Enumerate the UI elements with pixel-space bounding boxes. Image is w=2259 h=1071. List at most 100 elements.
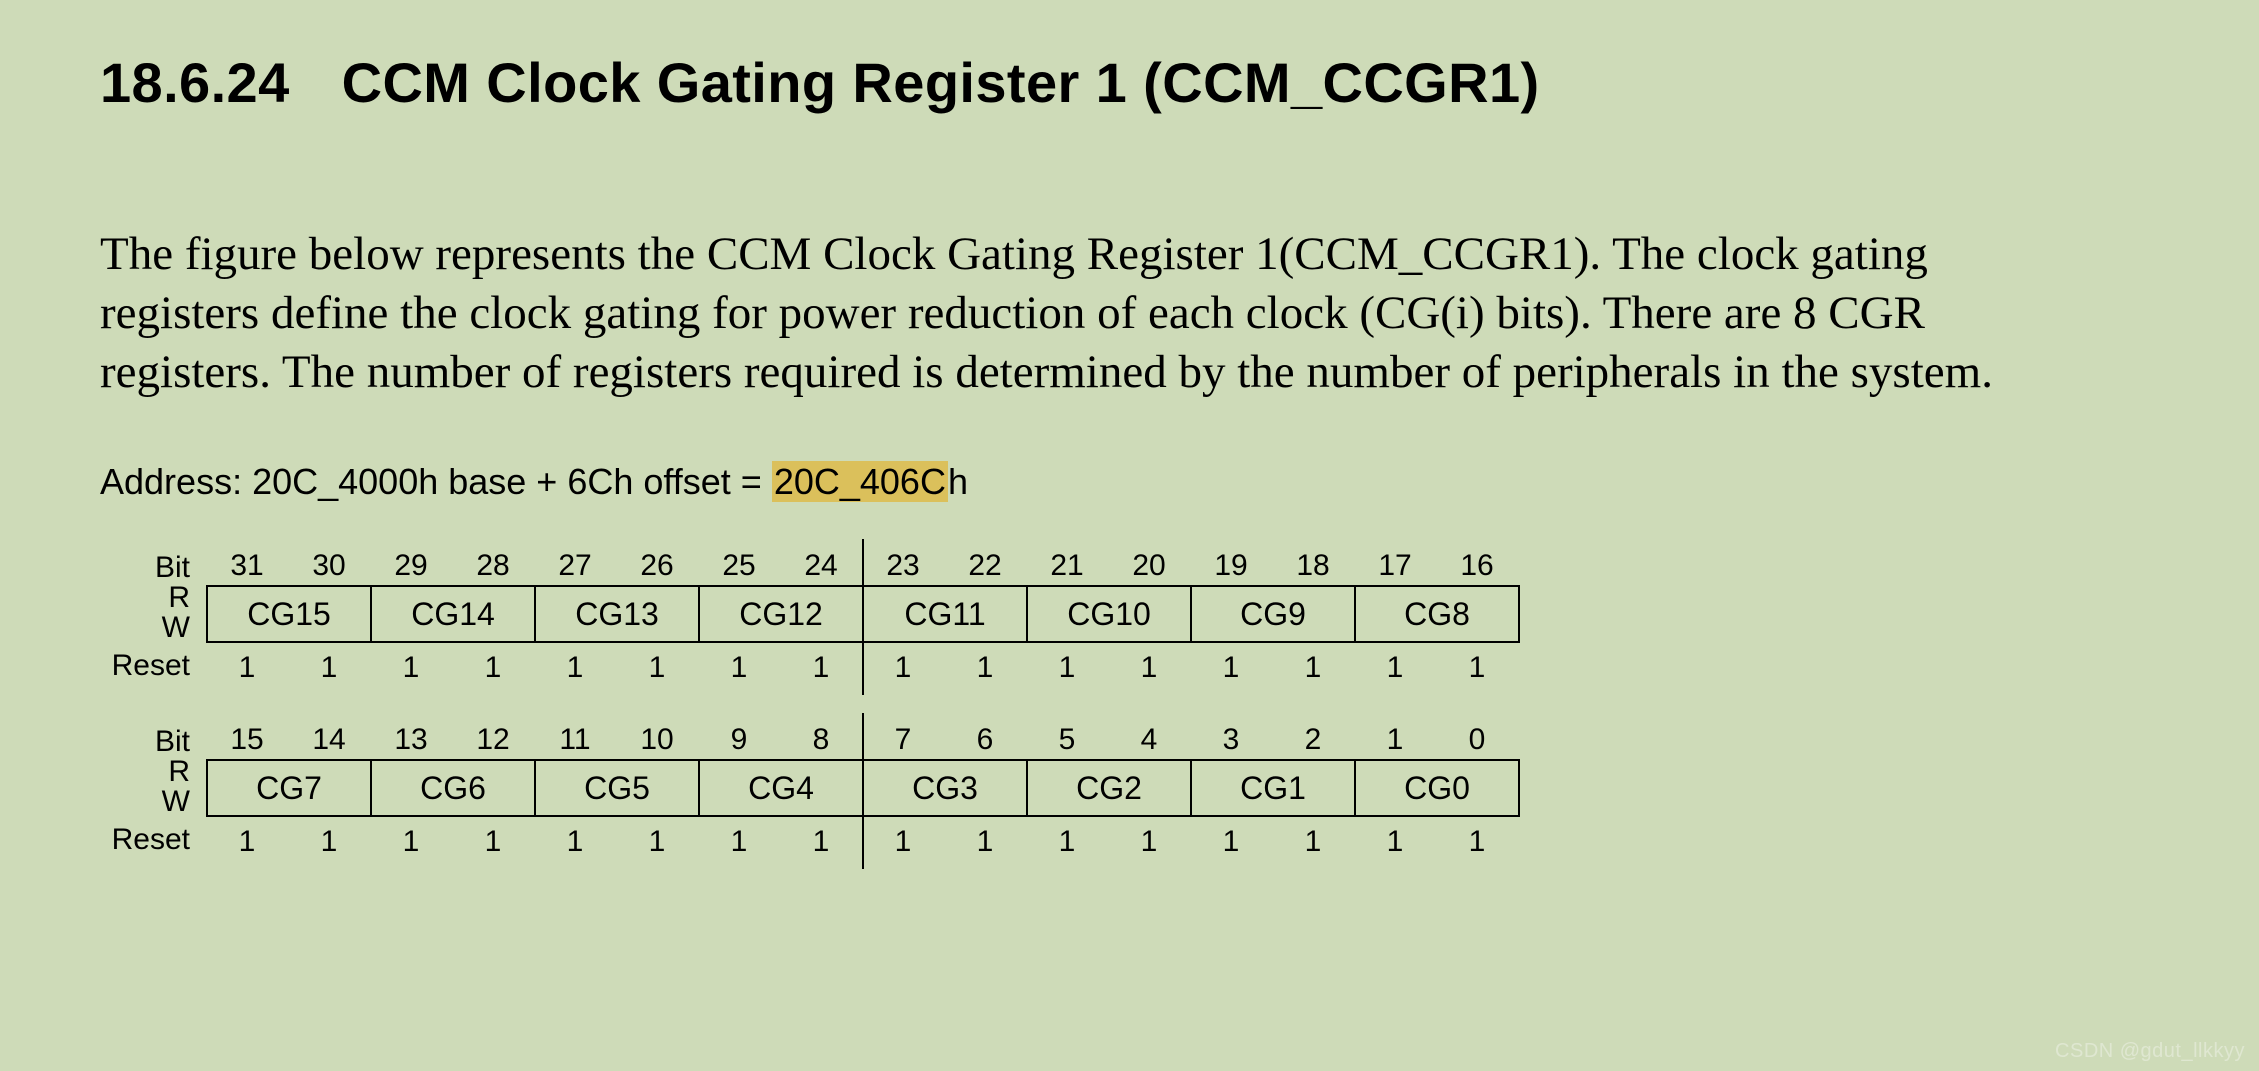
- reset-value: 1: [616, 651, 698, 685]
- bit-number: 27: [534, 549, 616, 583]
- bit-number: 2: [1272, 723, 1354, 757]
- address-suffix: h: [948, 461, 968, 502]
- address-value-highlight: 20C_406C: [772, 461, 948, 502]
- reset-value: 1: [1436, 651, 1518, 685]
- bit-number: 4: [1108, 723, 1190, 757]
- section-number: 18.6.24: [100, 51, 290, 114]
- bit-number: 21: [1026, 549, 1108, 583]
- bit-number: 1: [1354, 723, 1436, 757]
- page: 18.6.24 CCM Clock Gating Register 1 (CCM…: [0, 0, 2259, 1071]
- label-r: R: [168, 585, 190, 613]
- reset-value: 1: [288, 825, 370, 859]
- bit-number: 25: [698, 549, 780, 583]
- bit-number: 8: [780, 723, 862, 757]
- bit-number: 28: [452, 549, 534, 583]
- reset-value: 1: [370, 651, 452, 685]
- section-title: CCM Clock Gating Register 1 (CCM_CCGR1): [342, 51, 1540, 114]
- reset-value: 1: [1108, 825, 1190, 859]
- address-prefix: Address: 20C_4000h base + 6Ch offset =: [100, 461, 772, 502]
- bit-number: 0: [1436, 723, 1518, 757]
- field-cells: CG15 CG14 CG13 CG12 CG11 CG10 CG9 CG8: [206, 585, 1520, 643]
- reset-value: 1: [1026, 825, 1108, 859]
- reset-value: 1: [1354, 651, 1436, 685]
- bit-number: 19: [1190, 549, 1272, 583]
- field-cell: CG2: [1028, 761, 1192, 815]
- bit-number: 11: [534, 723, 616, 757]
- field-cell: CG8: [1356, 587, 1520, 641]
- reset-value: 1: [1272, 651, 1354, 685]
- row-labels: Bit R W Reset: [100, 545, 206, 689]
- field-cell: CG13: [536, 587, 700, 641]
- reset-values: 1 1 1 1 1 1 1 1 1 1 1 1 1 1 1 1: [206, 821, 1520, 863]
- bit-number: 29: [370, 549, 452, 583]
- register-row-high: Bit R W Reset 31 30 29 28 27 26 25 24 23…: [100, 545, 2159, 689]
- reset-value: 1: [1436, 825, 1518, 859]
- bit-number: 23: [862, 549, 944, 583]
- bit-number: 30: [288, 549, 370, 583]
- bit-number: 20: [1108, 549, 1190, 583]
- reset-value: 1: [1354, 825, 1436, 859]
- label-w: W: [162, 613, 190, 641]
- reset-value: 1: [288, 651, 370, 685]
- bit-number: 15: [206, 723, 288, 757]
- field-cell: CG15: [208, 587, 372, 641]
- reset-value: 1: [698, 825, 780, 859]
- bit-number: 14: [288, 723, 370, 757]
- bit-number: 13: [370, 723, 452, 757]
- bit-number: 6: [944, 723, 1026, 757]
- register-grid: 15 14 13 12 11 10 9 8 7 6 5 4 3 2 1 0 CG…: [206, 719, 1520, 863]
- reset-value: 1: [862, 651, 944, 685]
- reset-value: 1: [780, 825, 862, 859]
- field-cell: CG6: [372, 761, 536, 815]
- bit-number: 24: [780, 549, 862, 583]
- label-reset: Reset: [112, 645, 190, 687]
- bit-numbers: 15 14 13 12 11 10 9 8 7 6 5 4 3 2 1 0: [206, 719, 1520, 757]
- reset-value: 1: [862, 825, 944, 859]
- address-line: Address: 20C_4000h base + 6Ch offset = 2…: [100, 461, 2159, 503]
- reset-value: 1: [1272, 825, 1354, 859]
- bit-number: 5: [1026, 723, 1108, 757]
- reset-value: 1: [1190, 651, 1272, 685]
- bit-number: 10: [616, 723, 698, 757]
- field-cell: CG14: [372, 587, 536, 641]
- reset-value: 1: [452, 651, 534, 685]
- label-bit: Bit: [155, 719, 190, 757]
- bit-number: 22: [944, 549, 1026, 583]
- field-cell: CG12: [700, 587, 864, 641]
- bit-number: 12: [452, 723, 534, 757]
- field-cell: CG1: [1192, 761, 1356, 815]
- register-row-low: Bit R W Reset 15 14 13 12 11 10 9 8 7 6 …: [100, 719, 2159, 863]
- reset-value: 1: [206, 825, 288, 859]
- label-bit: Bit: [155, 545, 190, 583]
- field-cell: CG7: [208, 761, 372, 815]
- reset-value: 1: [1190, 825, 1272, 859]
- bit-number: 9: [698, 723, 780, 757]
- reset-value: 1: [698, 651, 780, 685]
- reset-value: 1: [452, 825, 534, 859]
- field-cell: CG5: [536, 761, 700, 815]
- register-grid: 31 30 29 28 27 26 25 24 23 22 21 20 19 1…: [206, 545, 1520, 689]
- field-cell: CG3: [864, 761, 1028, 815]
- reset-value: 1: [944, 651, 1026, 685]
- field-cell: CG9: [1192, 587, 1356, 641]
- reset-value: 1: [534, 651, 616, 685]
- label-w: W: [162, 787, 190, 815]
- reset-value: 1: [370, 825, 452, 859]
- reset-value: 1: [944, 825, 1026, 859]
- field-cell: CG4: [700, 761, 864, 815]
- field-cell: CG11: [864, 587, 1028, 641]
- bit-number: 7: [862, 723, 944, 757]
- bit-number: 31: [206, 549, 288, 583]
- bit-number: 17: [1354, 549, 1436, 583]
- label-r: R: [168, 759, 190, 787]
- bit-number: 18: [1272, 549, 1354, 583]
- section-heading: 18.6.24 CCM Clock Gating Register 1 (CCM…: [100, 50, 2159, 115]
- reset-value: 1: [616, 825, 698, 859]
- reset-value: 1: [534, 825, 616, 859]
- field-cell: CG10: [1028, 587, 1192, 641]
- reset-values: 1 1 1 1 1 1 1 1 1 1 1 1 1 1 1 1: [206, 647, 1520, 689]
- reset-value: 1: [206, 651, 288, 685]
- bit-number: 16: [1436, 549, 1518, 583]
- bit-numbers: 31 30 29 28 27 26 25 24 23 22 21 20 19 1…: [206, 545, 1520, 583]
- reset-value: 1: [1108, 651, 1190, 685]
